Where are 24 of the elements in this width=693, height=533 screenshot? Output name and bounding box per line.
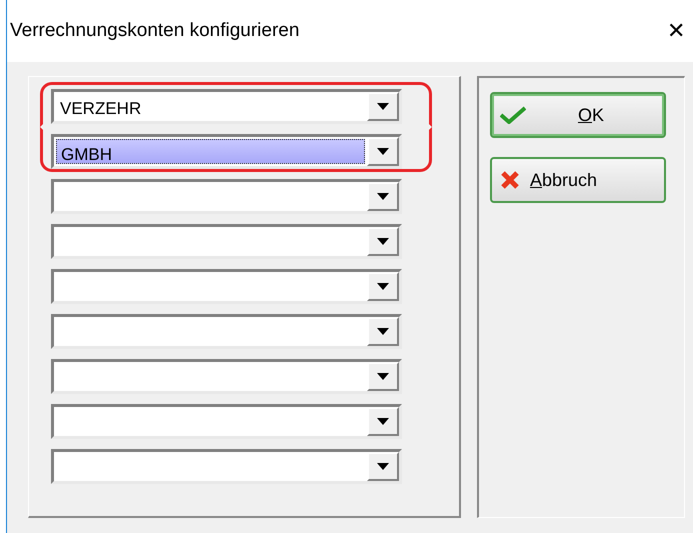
close-button[interactable]: ✕ — [663, 20, 689, 42]
cancel-button[interactable]: Abbruch — [490, 157, 666, 203]
caret-icon — [377, 463, 389, 470]
dropdown-field[interactable] — [51, 359, 402, 394]
ok-button[interactable]: OK — [490, 92, 666, 138]
dropdown-field[interactable]: GMBH — [51, 134, 402, 169]
caret-icon — [377, 328, 389, 335]
window-title: Verrechnungskonten konfigurieren — [10, 18, 300, 43]
dropdown-field[interactable] — [51, 314, 402, 349]
caret-icon — [377, 238, 389, 245]
caret-icon — [377, 148, 389, 155]
checkmark-icon — [500, 106, 526, 124]
dropdown-field[interactable] — [51, 224, 402, 259]
caret-icon — [377, 283, 389, 290]
cross-icon — [500, 170, 520, 190]
caret-icon — [377, 418, 389, 425]
dropdown-field[interactable] — [51, 404, 402, 439]
dropdown-field[interactable] — [51, 269, 402, 304]
caret-icon — [377, 373, 389, 380]
dropdown-field[interactable] — [51, 179, 402, 214]
dropdown-field[interactable] — [51, 449, 402, 484]
dropdown-field[interactable]: VERZEHR — [51, 89, 402, 124]
caret-icon — [377, 103, 389, 110]
caret-icon — [377, 193, 389, 200]
